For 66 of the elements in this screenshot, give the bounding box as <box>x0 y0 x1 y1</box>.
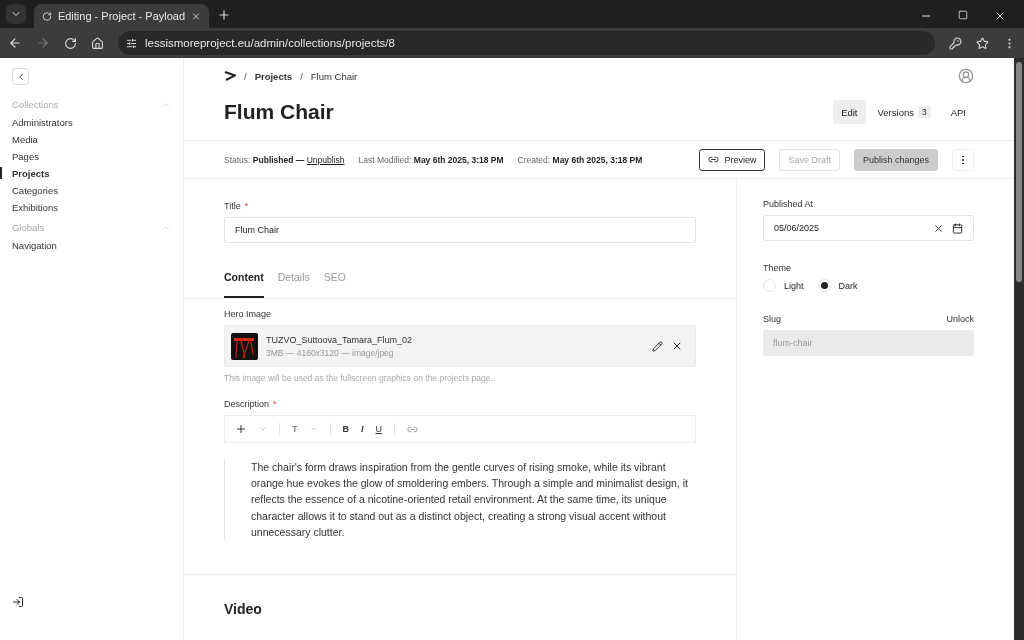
radio-label: Dark <box>838 280 858 291</box>
home-icon[interactable] <box>91 36 104 50</box>
unlock-link[interactable]: Unlock <box>946 314 974 324</box>
selection-indicator <box>0 167 2 179</box>
date-field[interactable]: 05/06/2025 <box>763 215 974 241</box>
view-tab[interactable]: API <box>942 100 974 124</box>
tab-list-button[interactable] <box>6 4 26 24</box>
unpublish-link[interactable]: Unpublish <box>306 154 345 165</box>
field-label: Description * <box>224 399 277 409</box>
sidebar-item[interactable]: Projects <box>12 165 171 182</box>
sidebar-item[interactable]: Administrators <box>12 114 171 131</box>
description-text[interactable]: The chair's form draws inspiration from the gentle curves of rising smoke, while its vibrant orange hue evokes the glow of smoldering embers. Through a simple and minimalist design, it reflects the essence of a nicotine-oriented retail environment. At the same time, its unique character allows it to stand out as a distinct object, creating a strong visual accent without unnecessary clutter. <box>224 459 696 540</box>
sidebar-item[interactable]: Exhibitions <box>12 199 171 216</box>
file-meta: 3MB — 4160x3120 — image/jpeg <box>266 347 395 358</box>
forward-icon[interactable] <box>36 36 50 50</box>
breadcrumb-separator: / <box>244 70 247 82</box>
help-text: This image will be used as the fullscreen graphics on the projects page. <box>224 373 494 383</box>
maximize-icon[interactable] <box>958 10 968 20</box>
calendar-icon[interactable] <box>952 222 963 234</box>
breadcrumb-link[interactable]: Flum Chair <box>310 70 358 82</box>
status-text: Status: Published — Unpublish <box>224 154 345 165</box>
back-icon[interactable] <box>8 36 22 50</box>
modified-text: Last Modified: May 6th 2025, 3:18 PM <box>358 154 504 165</box>
breadcrumb-link[interactable]: Projects <box>254 70 293 82</box>
bold-button[interactable]: B <box>342 424 349 434</box>
title-field[interactable]: Flum Chair <box>224 217 696 243</box>
key-icon[interactable] <box>949 36 962 50</box>
text-format-button[interactable]: T <box>292 424 298 434</box>
clear-icon[interactable] <box>933 222 944 234</box>
link-icon <box>708 154 720 165</box>
logo-icon[interactable] <box>224 71 236 81</box>
field-label: Theme <box>763 263 791 273</box>
sidebar-item[interactable]: Categories <box>12 182 171 199</box>
italic-button[interactable]: I <box>361 424 364 434</box>
field-label: Hero Image <box>224 309 272 319</box>
sidebar-item[interactable]: Media <box>12 131 171 148</box>
section-heading: Video <box>224 601 262 617</box>
content-tab[interactable]: Content <box>224 265 264 298</box>
created-text: Created: May 6th 2025, 3:18 PM <box>517 154 643 165</box>
radio-label: Light <box>784 280 804 291</box>
avatar-icon[interactable] <box>958 68 974 84</box>
close-icon[interactable] <box>994 10 1006 22</box>
site-settings-icon[interactable] <box>126 37 137 49</box>
file-name: TUZVO_Suttoova_Tamara_Flum_02 <box>266 334 414 345</box>
underline-button[interactable]: U <box>375 424 382 434</box>
view-tab[interactable]: Versions 3 <box>869 100 939 124</box>
address-bar[interactable]: lessismoreproject.eu/admin/collections/projects/8 <box>118 31 935 55</box>
logout-icon[interactable] <box>12 596 24 608</box>
field-label: Title * <box>224 201 249 211</box>
sidebar-item[interactable]: Pages <box>12 148 171 165</box>
page-title: Flum Chair <box>224 100 334 124</box>
scrollbar-thumb[interactable] <box>1016 62 1022 282</box>
breadcrumb-separator: / <box>300 70 303 82</box>
field-label: Slug <box>763 314 781 324</box>
field-label: Published At <box>763 199 814 209</box>
sidebar-item[interactable]: Navigation <box>12 237 171 254</box>
close-icon[interactable] <box>671 340 683 352</box>
view-tab[interactable]: Edit <box>833 100 866 124</box>
edit-icon[interactable] <box>652 340 663 352</box>
add-icon[interactable] <box>235 423 247 435</box>
site-icon <box>42 10 52 22</box>
bookmark-icon[interactable] <box>976 36 989 50</box>
new-tab-icon[interactable] <box>217 8 231 22</box>
browser-tab[interactable]: Editing - Project - Payload <box>34 4 209 28</box>
reload-icon[interactable] <box>64 36 77 50</box>
action-button[interactable]: Preview <box>699 148 766 171</box>
